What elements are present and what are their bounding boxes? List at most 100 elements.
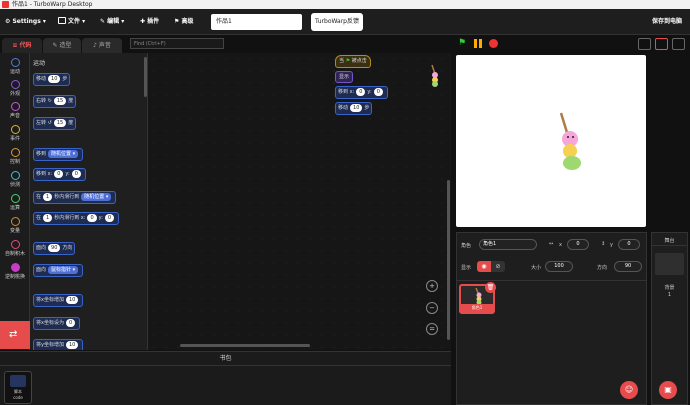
block-text: 在: [36, 215, 42, 221]
category-variables[interactable]: 变量: [0, 215, 30, 235]
x-label: x: [559, 242, 562, 248]
block-input[interactable]: 0: [104, 214, 115, 222]
block-text: 度: [68, 98, 74, 104]
backpack-item[interactable]: 脚本 code: [4, 371, 32, 404]
block-input[interactable]: 0: [373, 88, 383, 96]
block-input[interactable]: 0: [87, 214, 97, 222]
hide-eye-icon[interactable]: ⊘: [491, 261, 505, 272]
script-workspace[interactable]: [148, 53, 451, 350]
block-input[interactable]: 15: [53, 119, 67, 127]
category-label: 自制积木: [4, 251, 25, 257]
file-menu[interactable]: 文件 ▾: [55, 14, 88, 30]
when-flag-clicked-block[interactable]: 当 ⚑ 被点击: [335, 55, 371, 68]
script-go-to-xy-block[interactable]: 移到 x: 0 y: 0: [335, 86, 388, 99]
block-change-x[interactable]: 将x坐标增加 10: [33, 294, 84, 307]
addons-button[interactable]: ✚ 插件: [137, 14, 162, 30]
save-to-computer-button[interactable]: 保存到电脑: [652, 14, 682, 30]
sprite-name-input[interactable]: 角色1: [479, 239, 537, 250]
block-input[interactable]: 0: [65, 319, 76, 327]
category-control[interactable]: 控制: [0, 146, 30, 166]
advanced-button[interactable]: ⚑ 高级: [171, 14, 196, 30]
find-input[interactable]: Find (Ctrl+F): [130, 38, 224, 49]
category-looks[interactable]: 外观: [0, 78, 30, 98]
category-operators[interactable]: 运算: [0, 192, 30, 212]
category-label: 外观: [9, 91, 20, 97]
show-block[interactable]: 显示: [335, 71, 354, 83]
block-input[interactable]: 10: [48, 75, 61, 83]
settings-menu[interactable]: ⚙ Settings ▾: [2, 14, 49, 30]
script-thumbnail-icon: [10, 375, 26, 387]
size-input[interactable]: 100: [545, 261, 573, 272]
category-dot-icon: [10, 102, 20, 111]
x-input[interactable]: 0: [567, 239, 589, 250]
category-events[interactable]: 事件: [0, 123, 30, 143]
script-move-block[interactable]: 移动 10 步: [335, 102, 373, 115]
feedback-button[interactable]: TurboWarp反馈: [311, 13, 363, 31]
direction-input[interactable]: 90: [614, 261, 642, 272]
category-dot-icon: [10, 263, 20, 272]
fullscreen-button[interactable]: [672, 38, 685, 50]
block-glide-to[interactable]: 在 1 秒内滑行到 随机位置 ▾: [33, 191, 117, 204]
choose-backdrop-button[interactable]: ▣: [659, 381, 677, 399]
block-go-to[interactable]: 移到 随机位置 ▾: [33, 148, 84, 161]
add-extension-button[interactable]: ⇄: [0, 321, 30, 349]
block-input[interactable]: 10: [350, 104, 363, 112]
backpack-header[interactable]: 书包: [0, 352, 451, 366]
block-text: 将x坐标设为: [36, 320, 64, 326]
category-motion[interactable]: 运动: [0, 56, 30, 76]
category-extension[interactable]: 逆制桃换: [0, 261, 30, 281]
tab-costumes-label: 造型: [59, 42, 72, 49]
block-input[interactable]: 0: [356, 88, 366, 96]
zoom-reset-icon[interactable]: =: [426, 323, 438, 335]
category-my-blocks[interactable]: 自制积木: [0, 238, 30, 258]
workspace-horizontal-scrollbar[interactable]: [180, 344, 310, 347]
pause-button[interactable]: [474, 39, 483, 48]
block-dropdown[interactable]: 随机位置 ▾: [81, 193, 112, 201]
block-input[interactable]: 1: [43, 193, 53, 201]
block-input[interactable]: 1: [43, 214, 53, 222]
zoom-out-icon[interactable]: −: [426, 302, 438, 314]
workspace-vertical-scrollbar[interactable]: [447, 180, 450, 340]
delete-sprite-icon[interactable]: 🗑: [485, 282, 496, 293]
stage-canvas[interactable]: [456, 55, 646, 227]
block-move-steps[interactable]: 移动 10 步: [33, 73, 71, 86]
show-visible-eye-icon[interactable]: ◉: [477, 261, 491, 272]
block-input[interactable]: 15: [53, 97, 67, 105]
block-turn-right[interactable]: 右转 ↻ 15 度: [33, 95, 77, 108]
block-input[interactable]: 10: [65, 341, 79, 349]
edit-menu[interactable]: ✎ 编辑 ▾: [97, 14, 127, 30]
small-stage-button[interactable]: [638, 38, 651, 50]
stage-selector[interactable]: 舞台 背景 1: [651, 232, 688, 405]
normal-stage-button[interactable]: [655, 38, 668, 50]
block-turn-left[interactable]: 左转 ↺ 15 度: [33, 117, 77, 130]
category-sound[interactable]: 声音: [0, 100, 30, 120]
y-label: y: [610, 242, 613, 248]
green-flag-icon: ⚑: [345, 58, 351, 64]
stop-button[interactable]: [489, 39, 498, 48]
choose-sprite-button[interactable]: ☺: [620, 381, 638, 399]
block-go-to-xy[interactable]: 移到 x: 0 y: 0: [33, 168, 86, 181]
tab-sounds[interactable]: ♪ 声音: [82, 38, 122, 53]
block-input[interactable]: 0: [54, 170, 64, 178]
editor-tabs: ≡ 代码 ✎ 造型 ♪ 声音: [0, 36, 145, 53]
block-glide-to-xy[interactable]: 在 1 秒内滑行到 x: 0 y: 0: [33, 212, 120, 225]
y-input[interactable]: 0: [618, 239, 640, 250]
block-input[interactable]: 90: [48, 244, 61, 252]
block-change-y[interactable]: 将y坐标增加 10: [33, 339, 84, 350]
palette-scrollbar[interactable]: [144, 57, 147, 97]
block-point-towards[interactable]: 面向 鼠标指针 ▾: [33, 264, 84, 277]
block-set-x[interactable]: 将x坐标设为 0: [33, 317, 81, 330]
category-sensing[interactable]: 侦测: [0, 169, 30, 189]
block-input[interactable]: 10: [65, 296, 79, 304]
block-dropdown[interactable]: 鼠标指针 ▾: [48, 266, 79, 274]
file-label: 文件: [68, 18, 81, 25]
block-input[interactable]: 0: [71, 170, 81, 178]
block-dropdown[interactable]: 随机位置 ▾: [48, 150, 79, 158]
category-label: 变量: [9, 228, 20, 234]
zoom-in-icon[interactable]: +: [426, 280, 438, 292]
block-point-direction[interactable]: 面向 90 方向: [33, 242, 76, 255]
tab-code[interactable]: ≡ 代码: [2, 38, 42, 53]
project-title-input[interactable]: 作品1: [211, 14, 302, 30]
green-flag-button[interactable]: ⚑: [458, 38, 468, 48]
tab-costumes[interactable]: ✎ 造型: [43, 38, 81, 53]
